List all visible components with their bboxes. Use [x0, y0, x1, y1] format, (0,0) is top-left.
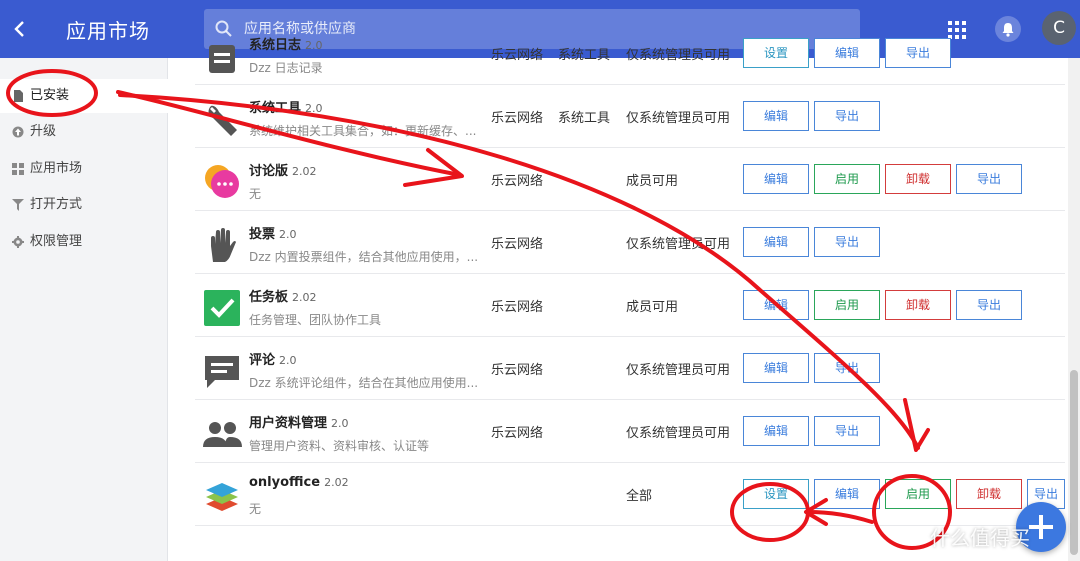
- app-vendor: 乐云网络: [491, 48, 544, 63]
- chevron-left-icon[interactable]: [8, 16, 32, 42]
- grid-icon: [12, 163, 24, 175]
- export-button[interactable]: 导出: [814, 416, 880, 446]
- list-item: 用户资料管理 2.0 管理用户资料、资料审核、认证等 乐云网络 仅系统管理员可用 …: [195, 400, 1065, 463]
- comment-icon: [205, 356, 239, 388]
- app-name: 评论 2.0: [249, 353, 297, 368]
- edit-button[interactable]: 编辑: [743, 227, 809, 257]
- app-title: 应用市场: [66, 19, 150, 43]
- uninstall-button[interactable]: 卸载: [885, 290, 951, 320]
- app-desc: 无: [249, 187, 262, 201]
- sidebar-item-label: 应用市场: [30, 161, 83, 176]
- app-name: 投票 2.0: [249, 227, 297, 242]
- scrollbar-thumb[interactable]: [1070, 370, 1078, 555]
- app-desc: 系统维护相关工具集合，如：更新缓存、...: [249, 124, 477, 138]
- export-button[interactable]: 导出: [885, 38, 951, 68]
- app-permission: 全部: [626, 489, 653, 504]
- scrollbar[interactable]: [1068, 58, 1080, 561]
- app-vendor: 乐云网络: [491, 363, 544, 378]
- hand-icon: [211, 228, 236, 262]
- uninstall-button[interactable]: 卸载: [956, 479, 1022, 509]
- app-permission: 仅系统管理员可用: [626, 426, 731, 441]
- edit-button[interactable]: 编辑: [743, 416, 809, 446]
- app-name: onlyoffice 2.02: [249, 475, 349, 490]
- app-permission: 成员可用: [626, 300, 679, 315]
- checkbox-icon: [204, 290, 240, 326]
- settings-button[interactable]: 设置: [743, 479, 809, 509]
- enable-button[interactable]: 启用: [885, 479, 951, 509]
- log-icon: [209, 45, 235, 73]
- sidebar-item-market[interactable]: 应用市场: [0, 152, 168, 186]
- sidebar-item-label: 已安装: [30, 88, 70, 103]
- app-name: 系统工具 2.0: [249, 101, 323, 116]
- app-permission: 成员可用: [626, 174, 679, 189]
- sidebar-item-label: 打开方式: [30, 197, 83, 212]
- export-button[interactable]: 导出: [814, 353, 880, 383]
- wrench-icon: [208, 105, 237, 136]
- app-vendor: 乐云网络: [491, 426, 544, 441]
- app-desc: Dzz 系统评论组件，结合在其他应用使用...: [249, 376, 479, 390]
- users-icon: [203, 422, 242, 447]
- onlyoffice-icon: [206, 483, 238, 511]
- list-item: onlyoffice 2.02 无 全部 设置 编辑 启用 卸载 导出: [195, 463, 1065, 526]
- list-item: 讨论版 2.02 无 乐云网络 成员可用 编辑 启用 卸载 导出: [195, 148, 1065, 211]
- app-name: 任务板 2.02: [249, 290, 317, 305]
- list-item: 系统日志 2.0 Dzz 日志记录 乐云网络 系统工具 仅系统管理员可用 设置 编…: [195, 22, 1065, 85]
- app-desc: 管理用户资料、资料审核、认证等: [249, 439, 430, 453]
- edit-button[interactable]: 编辑: [743, 290, 809, 320]
- edit-button[interactable]: 编辑: [814, 38, 880, 68]
- app-permission: 仅系统管理员可用: [626, 48, 731, 63]
- app-vendor: 乐云网络: [491, 174, 544, 189]
- app-vendor: 乐云网络: [491, 111, 544, 126]
- sidebar-item-open-with[interactable]: 打开方式: [0, 188, 168, 222]
- app-desc: Dzz 内置投票组件，结合其他应用使用，...: [249, 250, 479, 264]
- list-item: 任务板 2.02 任务管理、团队协作工具 乐云网络 成员可用 编辑 启用 卸载 导…: [195, 274, 1065, 337]
- export-button[interactable]: 导出: [956, 164, 1022, 194]
- sidebar: 已安装 升级 应用市场 打开方式 权限管理: [0, 58, 168, 561]
- watermark: 什么值得买: [930, 526, 1030, 550]
- edit-button[interactable]: 编辑: [743, 353, 809, 383]
- app-name: 用户资料管理 2.0: [249, 416, 349, 431]
- app-desc: 无: [249, 502, 262, 516]
- enable-button[interactable]: 启用: [814, 164, 880, 194]
- sidebar-item-label: 权限管理: [30, 234, 83, 249]
- upgrade-icon: [12, 126, 24, 138]
- edit-button[interactable]: 编辑: [814, 479, 880, 509]
- app-desc: Dzz 日志记录: [249, 61, 323, 75]
- settings-button[interactable]: 设置: [743, 38, 809, 68]
- filter-icon: [12, 199, 24, 211]
- app-name: 讨论版 2.02: [249, 164, 317, 179]
- app-vendor: 乐云网络: [491, 237, 544, 252]
- sidebar-item-permissions[interactable]: 权限管理: [0, 225, 168, 259]
- app-name: 系统日志 2.0: [249, 38, 323, 53]
- list-item: 评论 2.0 Dzz 系统评论组件，结合在其他应用使用... 乐云网络 仅系统管理…: [195, 337, 1065, 400]
- app-desc: 任务管理、团队协作工具: [249, 313, 382, 327]
- export-button[interactable]: 导出: [814, 227, 880, 257]
- list-item: 系统工具 2.0 系统维护相关工具集合，如：更新缓存、... 乐云网络 系统工具 …: [195, 85, 1065, 148]
- file-icon: [14, 90, 23, 102]
- sidebar-item-installed[interactable]: 已安装: [0, 79, 168, 113]
- app-category: 系统工具: [558, 111, 611, 126]
- sidebar-item-upgrade[interactable]: 升级: [0, 115, 168, 149]
- app-permission: 仅系统管理员可用: [626, 111, 731, 126]
- export-button[interactable]: 导出: [814, 101, 880, 131]
- app-vendor: 乐云网络: [491, 300, 544, 315]
- chat-bubble-icon: [205, 165, 239, 198]
- uninstall-button[interactable]: 卸载: [885, 164, 951, 194]
- list-item: 投票 2.0 Dzz 内置投票组件，结合其他应用使用，... 乐云网络 仅系统管理…: [195, 211, 1065, 274]
- app-category: 系统工具: [558, 48, 611, 63]
- enable-button[interactable]: 启用: [814, 290, 880, 320]
- edit-button[interactable]: 编辑: [743, 164, 809, 194]
- app-permission: 仅系统管理员可用: [626, 237, 731, 252]
- edit-button[interactable]: 编辑: [743, 101, 809, 131]
- gear-icon: [12, 236, 24, 248]
- app-permission: 仅系统管理员可用: [626, 363, 731, 378]
- export-button[interactable]: 导出: [956, 290, 1022, 320]
- sidebar-item-label: 升级: [30, 124, 57, 139]
